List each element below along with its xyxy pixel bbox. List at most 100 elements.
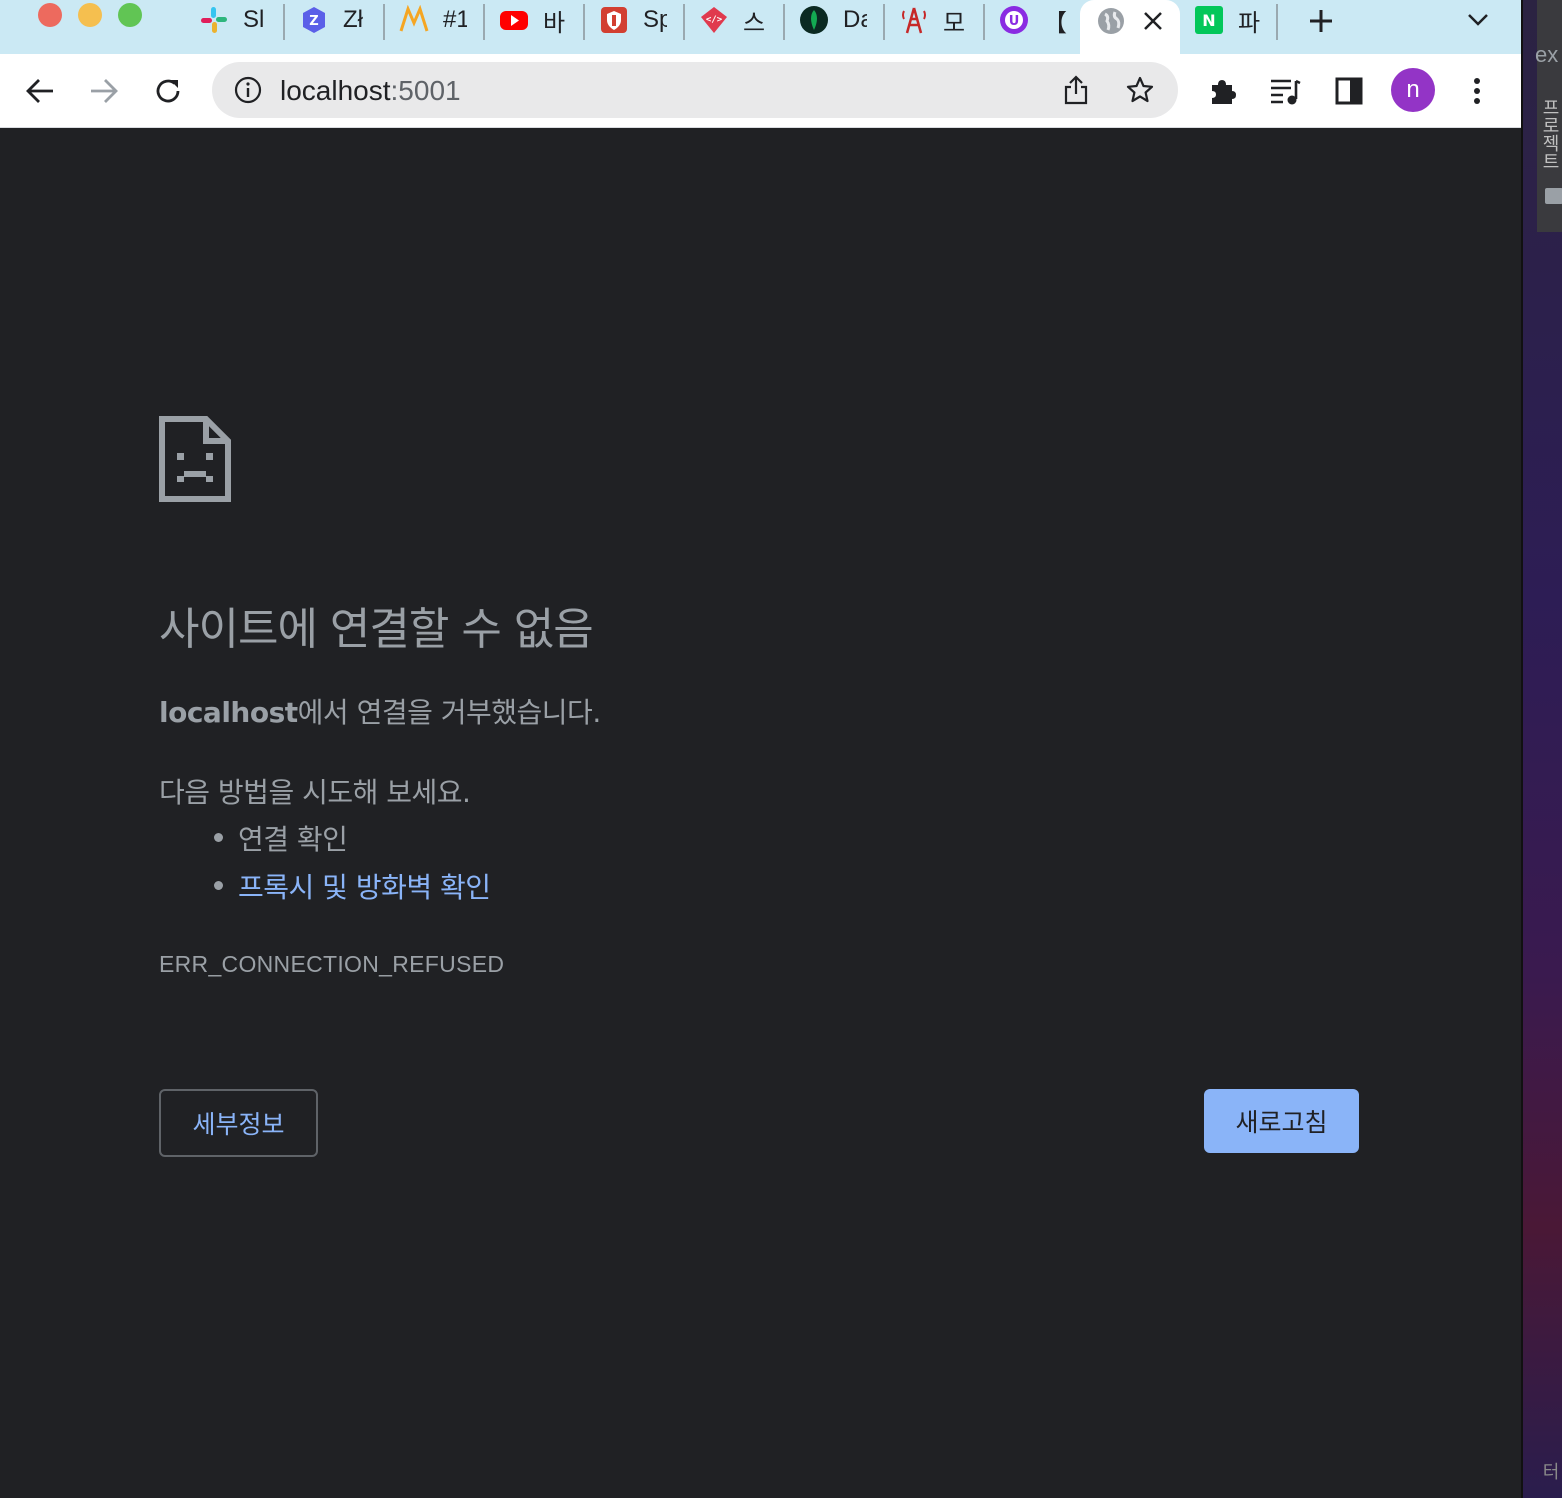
url-host: localhost (280, 75, 391, 106)
tab-separator (683, 4, 685, 40)
chevron-down-icon (1468, 14, 1488, 26)
background-bottom-label: 터 (1540, 1462, 1560, 1480)
tab-title: 스 (743, 9, 766, 37)
more-vertical-icon (1474, 78, 1480, 104)
tab-separator (383, 4, 385, 40)
share-icon[interactable] (1058, 72, 1094, 108)
tab-code[interactable]: </> 스 (699, 0, 767, 40)
tab-title: 파 (1238, 9, 1261, 37)
suggestion-check-connection: 연결 확인 (238, 823, 348, 856)
bullet (214, 833, 223, 842)
list-item: 프록시 및 방화벽 확인 (210, 866, 491, 914)
details-button[interactable]: 세부정보 (159, 1089, 318, 1157)
tab-naver[interactable]: N 파 (1194, 0, 1262, 40)
globe-icon (1096, 6, 1126, 36)
window-minimize-button[interactable] (78, 3, 102, 27)
error-reason: 에서 연결을 거부했습니다. (297, 696, 602, 729)
tab-title: 바 (543, 9, 566, 37)
window-close-button[interactable] (38, 3, 62, 27)
svg-text:U: U (1009, 14, 1020, 29)
address-bar[interactable]: localhost:5001 (212, 62, 1178, 118)
tab-search-button[interactable] (1461, 3, 1495, 37)
tab-m-logo[interactable]: #1 (399, 0, 467, 40)
naver-icon: N (1194, 5, 1224, 35)
bookmark-star-icon[interactable] (1122, 72, 1158, 108)
background-vertical-label: 프로젝트 (1540, 98, 1560, 170)
extensions-button[interactable] (1201, 70, 1243, 112)
suggestion-proxy-firewall-link[interactable]: 프록시 및 방화벽 확인 (238, 871, 491, 904)
suggestions-list: 연결 확인 프록시 및 방화벽 확인 (210, 818, 491, 914)
bullet (214, 881, 223, 890)
side-panel-icon (1335, 77, 1363, 105)
tab-shield[interactable]: Sp (599, 0, 667, 40)
tab-separator (983, 4, 985, 40)
youtube-icon (499, 5, 529, 35)
tab-title: Zł (343, 6, 363, 33)
svg-text:</>: </> (706, 15, 723, 25)
m-logo-icon (399, 5, 429, 35)
shield-icon (599, 5, 629, 35)
new-tab-button[interactable] (1303, 3, 1339, 39)
tab-separator (583, 4, 585, 40)
error-subtitle: localhost에서 연결을 거부했습니다. (159, 691, 601, 731)
tab-u-logo[interactable]: U 【 (999, 0, 1067, 40)
tab-title: Sp (643, 6, 667, 33)
tab-title: 모 (943, 9, 966, 37)
svg-text:N: N (1202, 11, 1215, 30)
tab-youtube[interactable]: 바 (499, 0, 567, 40)
media-control-button[interactable] (1264, 70, 1306, 112)
mongodb-leaf-icon (799, 5, 829, 35)
tab-title: Da (843, 6, 867, 33)
background-text: ex (1535, 42, 1559, 67)
error-code: ERR_CONNECTION_REFUSED (159, 951, 505, 977)
tab-strip: Sl Z Zł #1 바 Sp </> 스 D 모 U 【 N 파 (0, 0, 1521, 54)
url-text[interactable]: localhost:5001 (280, 75, 461, 107)
tab-title: Sl (243, 6, 265, 33)
tab-mongodb[interactable]: Da (799, 0, 867, 40)
tab-slack[interactable]: Sl (199, 0, 267, 40)
profile-avatar[interactable]: n (1391, 68, 1435, 112)
back-button[interactable] (19, 70, 61, 112)
url-port: :5001 (390, 75, 461, 106)
error-host: localhost (159, 696, 298, 729)
sad-page-icon (159, 416, 231, 502)
suggestions-label: 다음 방법을 시도해 보세요. (159, 776, 471, 809)
side-panel-button[interactable] (1328, 70, 1370, 112)
tab-separator (883, 4, 885, 40)
folder-icon (1545, 188, 1562, 204)
browser-menu-button[interactable] (1456, 70, 1498, 112)
code-badge-icon: </> (699, 5, 729, 35)
svg-text:Z: Z (309, 14, 318, 29)
background-window: ex 프로젝트 터 (1521, 0, 1562, 1498)
u-logo-icon: U (999, 5, 1029, 35)
tab-separator (783, 4, 785, 40)
tab-active-localhost[interactable] (1080, 0, 1180, 54)
reload-toolbar-button[interactable] (147, 70, 189, 112)
tab-separator (483, 4, 485, 40)
tab-zoom[interactable]: Z Zł (299, 0, 367, 40)
toolbar: localhost:5001 n (0, 54, 1521, 128)
reload-button[interactable]: 새로고침 (1204, 1089, 1359, 1153)
list-item: 연결 확인 (210, 818, 491, 866)
slack-icon (199, 5, 229, 35)
tab-separator (283, 4, 285, 40)
zoom-icon: Z (299, 5, 329, 35)
forward-button[interactable] (83, 70, 125, 112)
browser-window: Sl Z Zł #1 바 Sp </> 스 D 모 U 【 N 파 localh… (0, 0, 1521, 1498)
playlist-music-icon (1271, 79, 1301, 105)
tower-icon (899, 5, 929, 35)
plus-icon (1310, 10, 1332, 32)
tab-title: #1 (443, 6, 467, 33)
arrow-right-icon (91, 79, 118, 103)
window-maximize-button[interactable] (118, 3, 142, 27)
tab-tower[interactable]: 모 (899, 0, 967, 40)
puzzle-icon (1212, 80, 1236, 104)
tab-separator (1276, 4, 1278, 40)
refresh-icon (156, 79, 180, 103)
info-icon[interactable] (232, 74, 264, 106)
close-icon[interactable] (1136, 4, 1170, 38)
error-title: 사이트에 연결할 수 없음 (159, 604, 594, 655)
arrow-left-icon (26, 79, 53, 103)
tab-title: 【 (1043, 9, 1067, 37)
error-page: 사이트에 연결할 수 없음 localhost에서 연결을 거부했습니다. 다음… (0, 128, 1521, 1498)
